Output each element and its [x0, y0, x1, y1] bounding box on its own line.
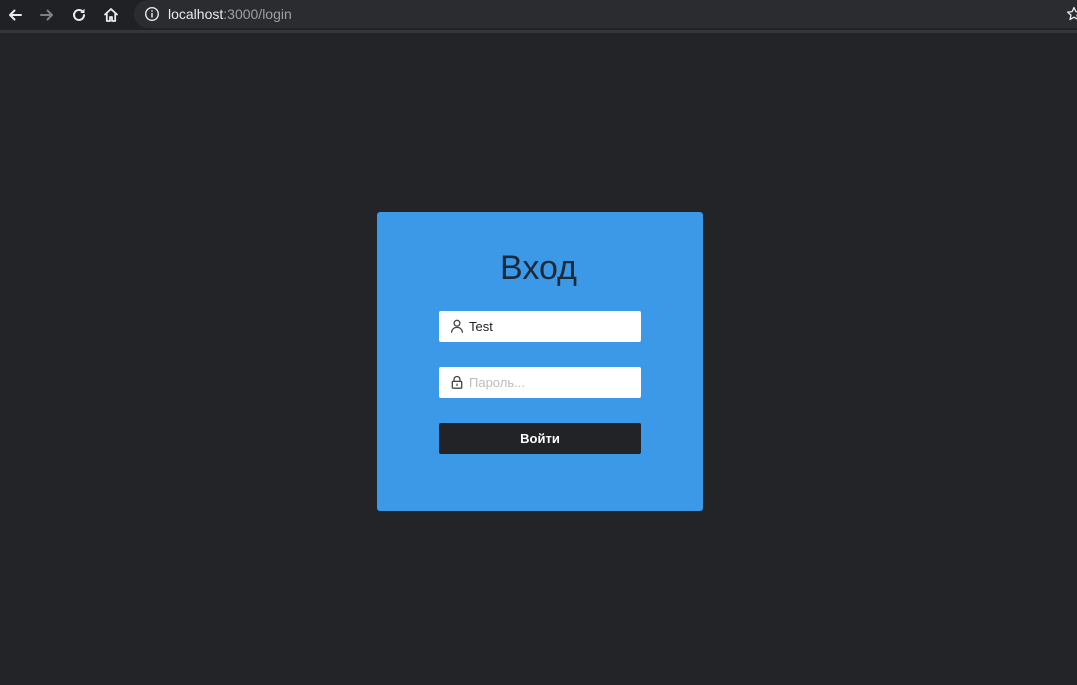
forward-button[interactable] — [36, 4, 58, 26]
home-icon — [104, 8, 118, 22]
user-icon — [450, 319, 464, 333]
back-button[interactable] — [4, 4, 26, 26]
login-title: Вход — [500, 249, 577, 287]
password-field[interactable] — [439, 367, 641, 398]
url-path: :3000/login — [223, 6, 292, 22]
bookmark-star-icon[interactable] — [1066, 6, 1077, 22]
lock-icon — [451, 375, 463, 389]
password-input[interactable] — [469, 367, 635, 398]
login-button[interactable]: Войти — [439, 423, 641, 454]
url-text[interactable]: localhost:3000/login — [168, 6, 292, 22]
reload-icon — [73, 8, 85, 21]
username-field[interactable] — [439, 311, 641, 342]
arrow-right-icon — [40, 9, 53, 21]
url-host: localhost — [168, 6, 224, 22]
reload-button[interactable] — [68, 4, 90, 26]
username-input[interactable] — [469, 311, 635, 342]
address-bar[interactable]: localhost:3000/login — [134, 0, 1077, 28]
home-button[interactable] — [100, 4, 122, 26]
info-icon[interactable] — [144, 6, 160, 22]
browser-toolbar: localhost:3000/login — [0, 0, 1077, 33]
arrow-left-icon — [9, 9, 22, 21]
